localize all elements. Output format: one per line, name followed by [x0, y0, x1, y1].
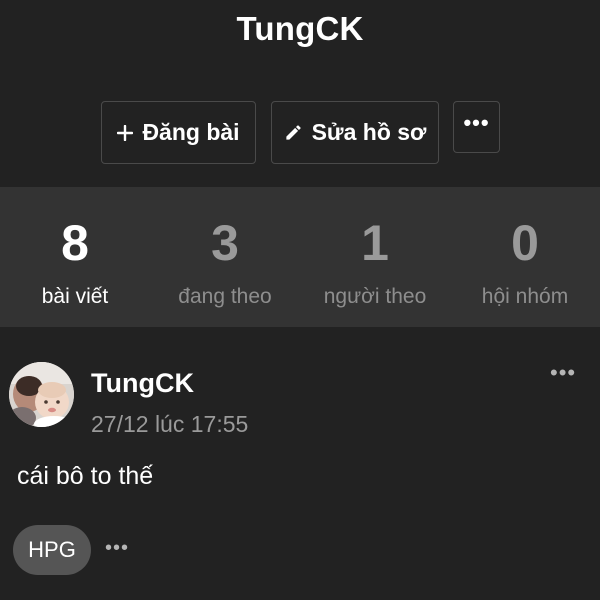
stock-tag[interactable]: HPG	[13, 525, 91, 575]
stat-following[interactable]: 3 đang theo	[150, 187, 300, 327]
edit-profile-button[interactable]: Sửa hồ sơ	[271, 101, 439, 164]
profile-stats: 8 bài viết 3 đang theo 1 người theo 0 hộ…	[0, 187, 600, 327]
stat-posts[interactable]: 8 bài viết	[0, 187, 150, 327]
stat-posts-count: 8	[61, 215, 89, 271]
create-post-button[interactable]: Đăng bài	[101, 101, 256, 164]
stat-posts-label: bài viết	[41, 285, 109, 308]
baby-photo-avatar	[9, 362, 74, 427]
page-title: TungCK	[236, 10, 364, 47]
stat-following-label: đang theo	[178, 285, 272, 308]
create-post-label: Đăng bài	[142, 119, 240, 145]
edit-profile-label: Sửa hồ sơ	[311, 119, 427, 145]
pencil-icon	[284, 123, 303, 142]
post-content: cái bô to thế	[17, 462, 154, 490]
avatar[interactable]	[9, 362, 74, 427]
stat-followers-label: người theo	[323, 285, 427, 308]
tag-more-icon[interactable]: •••	[105, 537, 129, 560]
profile-page: TungCK Đăng bài Sửa hồ sơ ••• 8 bài viết…	[0, 0, 600, 600]
stat-groups-count: 0	[511, 215, 539, 271]
stat-groups-label: hội nhóm	[481, 285, 569, 308]
post-timestamp: 27/12 lúc 17:55	[91, 411, 249, 437]
post-more-icon[interactable]: •••	[550, 360, 576, 386]
stat-groups[interactable]: 0 hội nhóm	[450, 187, 600, 327]
stat-followers-count: 1	[361, 215, 389, 271]
post-card: TungCK 27/12 lúc 17:55 ••• cái bô to thế…	[0, 345, 600, 600]
post-author[interactable]: TungCK	[91, 368, 194, 399]
stat-following-count: 3	[211, 215, 239, 271]
more-options-button[interactable]: •••	[453, 101, 500, 153]
more-horizontal-icon: •••	[463, 110, 490, 135]
stat-followers[interactable]: 1 người theo	[300, 187, 450, 327]
plus-icon	[117, 124, 134, 141]
